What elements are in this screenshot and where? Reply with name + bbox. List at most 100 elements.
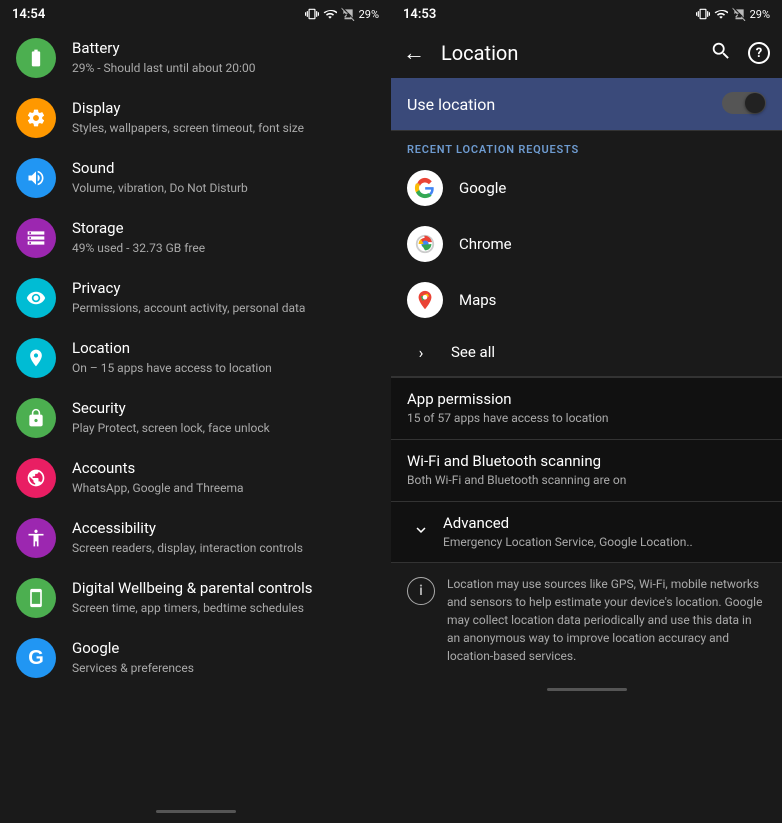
- sound-title: Sound: [72, 159, 375, 179]
- accounts-text-block: Accounts WhatsApp, Google and Threema: [72, 459, 375, 496]
- google-icon: G: [16, 638, 56, 678]
- accessibility-subtitle: Screen readers, display, interaction con…: [72, 540, 375, 557]
- advanced-text: Advanced Emergency Location Service, Goo…: [443, 514, 766, 551]
- toggle-thumb: [745, 93, 765, 113]
- location-icon: [16, 338, 56, 378]
- display-title: Display: [72, 99, 375, 119]
- privacy-svg: [26, 288, 46, 308]
- maps-app-name: Maps: [459, 291, 496, 309]
- location-subtitle: On – 15 apps have access to location: [72, 360, 375, 377]
- setting-google[interactable]: G Google Services & preferences: [0, 628, 391, 688]
- display-svg: [26, 108, 46, 128]
- help-icon[interactable]: ?: [748, 42, 770, 64]
- info-icon: i: [407, 577, 435, 605]
- digital-text-block: Digital Wellbeing & parental controls Sc…: [72, 579, 375, 616]
- storage-text-block: Storage 49% used - 32.73 GB free: [72, 219, 375, 256]
- accessibility-title: Accessibility: [72, 519, 375, 539]
- google-app-icon: [407, 170, 443, 206]
- signal-icon: [341, 7, 355, 21]
- accounts-icon: [16, 458, 56, 498]
- chrome-svg: [414, 233, 436, 255]
- battery-icon: [16, 38, 56, 78]
- battery-text-block: Battery 29% - Should last until about 20…: [72, 39, 375, 76]
- privacy-icon: [16, 278, 56, 318]
- search-icon[interactable]: [710, 40, 732, 67]
- app-permission-item[interactable]: App permission 15 of 57 apps have access…: [391, 378, 782, 439]
- storage-subtitle: 49% used - 32.73 GB free: [72, 240, 375, 257]
- maps-location-item[interactable]: Maps: [391, 272, 782, 328]
- sound-svg: [26, 168, 46, 188]
- digital-title: Digital Wellbeing & parental controls: [72, 579, 375, 599]
- setting-accessibility[interactable]: Accessibility Screen readers, display, i…: [0, 508, 391, 568]
- privacy-note: i Location may use sources like GPS, Wi-…: [391, 562, 782, 677]
- display-icon: [16, 98, 56, 138]
- chevron-down-svg: [412, 521, 430, 539]
- right-panel: 14:53 29% ← Location ? Use location RECE…: [391, 0, 782, 823]
- display-subtitle: Styles, wallpapers, screen timeout, font…: [72, 120, 375, 137]
- setting-security[interactable]: Security Play Protect, screen lock, face…: [0, 388, 391, 448]
- chrome-location-item[interactable]: Chrome: [391, 216, 782, 272]
- storage-title: Storage: [72, 219, 375, 239]
- maps-svg: [414, 289, 436, 311]
- search-svg: [710, 40, 732, 62]
- right-home-indicator: [547, 688, 627, 691]
- sound-icon: [16, 158, 56, 198]
- battery-text: 29%: [359, 8, 379, 21]
- see-all-item[interactable]: › See all: [391, 328, 782, 376]
- accessibility-icon: [16, 518, 56, 558]
- setting-display[interactable]: Display Styles, wallpapers, screen timeo…: [0, 88, 391, 148]
- security-subtitle: Play Protect, screen lock, face unlock: [72, 420, 375, 437]
- setting-battery[interactable]: Battery 29% - Should last until about 20…: [0, 28, 391, 88]
- setting-privacy[interactable]: Privacy Permissions, account activity, p…: [0, 268, 391, 328]
- header-icons: ?: [710, 40, 770, 67]
- display-text-block: Display Styles, wallpapers, screen timeo…: [72, 99, 375, 136]
- accessibility-svg: [26, 528, 46, 548]
- wifi-scanning-subtitle: Both Wi-Fi and Bluetooth scanning are on: [407, 472, 766, 489]
- left-home-indicator: [156, 810, 236, 813]
- location-text-block: Location On – 15 apps have access to loc…: [72, 339, 375, 376]
- use-location-toggle[interactable]: [722, 92, 766, 116]
- accounts-title: Accounts: [72, 459, 375, 479]
- setting-sound[interactable]: Sound Volume, vibration, Do Not Disturb: [0, 148, 391, 208]
- left-panel: 14:54 29% Battery 29% - Should last unti…: [0, 0, 391, 823]
- right-status-icons: 29%: [696, 7, 770, 21]
- digital-icon: [16, 578, 56, 618]
- setting-location[interactable]: Location On – 15 apps have access to loc…: [0, 328, 391, 388]
- right-bottom-bar: [391, 677, 782, 701]
- advanced-chevron-icon: [407, 516, 435, 544]
- google-text-block: Google Services & preferences: [72, 639, 375, 676]
- advanced-subtitle: Emergency Location Service, Google Locat…: [443, 534, 766, 551]
- advanced-title: Advanced: [443, 514, 766, 532]
- wifi-scanning-item[interactable]: Wi-Fi and Bluetooth scanning Both Wi-Fi …: [391, 440, 782, 501]
- setting-digital[interactable]: Digital Wellbeing & parental controls Sc…: [0, 568, 391, 628]
- storage-svg: [26, 228, 46, 248]
- accounts-subtitle: WhatsApp, Google and Threema: [72, 480, 375, 497]
- right-battery-text: 29%: [750, 8, 770, 21]
- right-vibrate-icon: [696, 7, 710, 21]
- digital-subtitle: Screen time, app timers, bedtime schedul…: [72, 600, 375, 617]
- privacy-text: Location may use sources like GPS, Wi-Fi…: [447, 575, 766, 665]
- location-title: Location: [72, 339, 375, 359]
- see-all-chevron-icon: ›: [407, 338, 435, 366]
- use-location-bar[interactable]: Use location: [391, 78, 782, 130]
- toggle-track: [722, 92, 766, 114]
- google-g-svg: [414, 177, 436, 199]
- vibrate-icon: [305, 7, 319, 21]
- privacy-subtitle: Permissions, account activity, personal …: [72, 300, 375, 317]
- right-wifi-icon: [714, 7, 728, 21]
- advanced-item[interactable]: Advanced Emergency Location Service, Goo…: [391, 502, 782, 563]
- setting-storage[interactable]: Storage 49% used - 32.73 GB free: [0, 208, 391, 268]
- battery-title: Battery: [72, 39, 375, 59]
- location-svg: [26, 348, 46, 368]
- google-location-item[interactable]: Google: [391, 160, 782, 216]
- back-button[interactable]: ←: [403, 36, 433, 70]
- see-all-label: See all: [451, 343, 495, 361]
- setting-accounts[interactable]: Accounts WhatsApp, Google and Threema: [0, 448, 391, 508]
- security-svg: [26, 408, 46, 428]
- location-header: ← Location ?: [391, 28, 782, 78]
- left-status-icons: 29%: [305, 7, 379, 21]
- security-title: Security: [72, 399, 375, 419]
- use-location-label: Use location: [407, 95, 495, 114]
- accounts-svg: [26, 468, 46, 488]
- chrome-app-icon: [407, 226, 443, 262]
